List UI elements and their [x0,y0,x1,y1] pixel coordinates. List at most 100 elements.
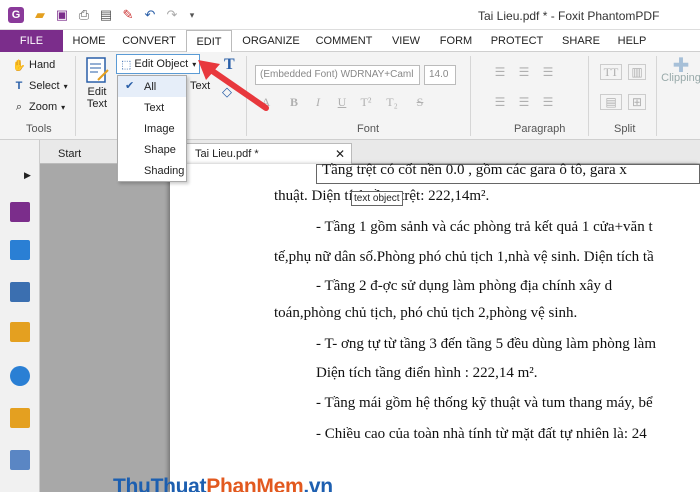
tab-form[interactable]: FORM [434,30,478,52]
edit-object-button[interactable]: ⬚ Edit Object ▾ [116,54,200,74]
customize-toolbar-icon[interactable]: ▾ [184,7,200,23]
doc-line-4: tế,phụ nữ dân số.Phòng phó chủ tịch 1,nh… [274,249,654,265]
clipping-button[interactable]: ✚ Clipping [661,55,700,84]
doc-line-3: - Tầng 1 gồm sảnh và các phòng trả kết q… [316,219,653,235]
watermark-logo: ThuThuatPhanMem.vn [113,475,333,492]
security-lock-icon[interactable] [10,408,30,428]
chevron-down-icon: ▾ [61,102,66,112]
underline-icon[interactable]: U [334,94,350,110]
italic-icon[interactable]: I [310,94,326,110]
app-logo-icon: G [8,7,24,23]
select-label: Select [29,80,60,92]
open-folder-icon[interactable]: ▰ [32,7,48,23]
tab-view[interactable]: VIEW [384,30,428,52]
tab-edit[interactable]: EDIT [186,30,232,53]
strikethrough-icon[interactable]: S [412,94,428,110]
edit-text-button[interactable]: Edit Text [82,56,112,110]
redo-icon[interactable]: ↷ [164,7,180,23]
edit-text-label-1: Edit [87,86,107,98]
hand-label: Hand [29,59,56,71]
bookmark-icon[interactable] [10,202,30,222]
zoom-tool-button[interactable]: ⌕ Zoom ▾ [12,100,65,114]
merge-icon[interactable]: ▤ [600,94,622,110]
split-text-icon[interactable]: TT [600,64,622,80]
tab-protect[interactable]: PROTECT [486,30,548,52]
menu-item-all[interactable]: ✔ All [118,76,186,97]
tab-organize[interactable]: ORGANIZE [238,30,304,52]
menu-item-label: Shape [144,143,176,156]
doc-line-5: - Tầng 2 đ-ợc sử dụng làm phòng địa chín… [316,278,613,294]
tab-document-label: Tai Lieu.pdf * [195,148,259,160]
align-left-icon[interactable]: ☰ [492,64,508,80]
justify-icon[interactable]: ☰ [492,94,508,110]
ribbon-tabs: FILE HOME CONVERT EDIT ORGANIZE COMMENT … [0,30,700,53]
font-size-select[interactable]: 14.0 [424,65,456,85]
edit-text-icon [86,57,109,83]
clipping-icon: ✚ [672,55,690,77]
zoom-label: Zoom [29,101,58,113]
divider [588,56,589,136]
new-icon[interactable]: ✎ [120,7,136,23]
edit-object-menu: ✔ All Text Image Shape Shading [117,75,187,182]
menu-item-label: Shading [144,164,185,177]
divider [656,56,657,136]
menu-item-label: All [144,80,157,93]
divider [75,56,76,136]
tooltip: text object [351,191,403,206]
signature-icon[interactable] [10,450,30,470]
tab-file[interactable]: FILE [0,30,63,52]
annotation-arrow [198,60,269,111]
layers-icon[interactable] [10,282,30,302]
watermark-part-1: ThuThuat [113,475,207,492]
clipping-label: Clipping [661,72,700,84]
comments-icon[interactable] [10,322,30,342]
font-group-label: Font [357,123,380,135]
superscript-icon[interactable]: T² [358,94,374,110]
divider [470,56,471,136]
bold-icon[interactable]: B [286,94,302,110]
paragraph-group-label: Paragraph [514,123,566,135]
menu-item-text[interactable]: Text [118,97,186,118]
font-family-select[interactable]: (Embedded Font) WDRNAY+Caml [255,65,420,85]
menu-item-shape[interactable]: Shape [118,139,186,160]
tab-convert[interactable]: CONVERT [118,30,180,52]
ribbon: ✋ Hand T Select ▾ ⌕ Zoom ▾ Tools Edit Te… [0,52,700,140]
watermark-part-2: PhanMem [206,475,304,492]
tab-start-label: Start [58,147,82,160]
pages-icon[interactable] [10,240,30,260]
doc-line-7: - T- ơng tự từ tầng 3 đến tầng 5 đều dùn… [316,336,656,352]
tab-comment[interactable]: COMMENT [312,30,376,52]
tools-group-label: Tools [26,123,52,135]
doc-line-6: toán,phòng chủ tịch, phó chủ tịch 2,phòn… [274,305,578,321]
menu-item-image[interactable]: Image [118,118,186,139]
link-icon[interactable]: ⊞ [628,94,646,110]
print-icon[interactable]: ⎙ [76,7,92,23]
split-column-icon[interactable]: ▥ [628,64,646,80]
doc-line-1: Tầng trệt có cốt nền 0.0 , gồm các gara … [322,162,627,178]
select-tool-button[interactable]: T Select ▾ [12,79,68,93]
tab-home[interactable]: HOME [68,30,110,52]
chevron-down-icon: ▾ [63,81,68,91]
menu-item-shading[interactable]: Shading [118,160,186,181]
menu-item-label: Image [144,122,175,135]
expand-panel-icon[interactable]: ▶ [24,170,31,181]
window-title: Tai Lieu.pdf * - Foxit PhantomPDF [478,9,660,23]
doc-line-9: - Tầng mái gồm hệ thống kỹ thuật và tum … [316,395,653,411]
tab-share[interactable]: SHARE [556,30,606,52]
align-center-icon[interactable]: ☰ [516,64,532,80]
menu-item-label: Text [144,101,165,114]
edit-object-label: Edit Object [134,58,189,70]
document-icon[interactable]: ▤ [98,7,114,23]
tab-document[interactable]: Tai Lieu.pdf * ✕ [186,143,352,164]
title-bar: G ▰ ▣ ⎙ ▤ ✎ ↶ ↷ ▾ Tai Lieu.pdf * - Foxit… [0,0,700,30]
line-spacing-icon[interactable]: ☰ [516,94,532,110]
hand-tool-button[interactable]: ✋ Hand [12,58,55,72]
attachments-icon[interactable] [10,366,30,386]
subscript-icon[interactable]: T₂ [384,94,400,110]
align-right-icon[interactable]: ☰ [540,64,556,80]
indent-icon[interactable]: ☰ [540,94,556,110]
undo-icon[interactable]: ↶ [142,7,158,23]
close-icon[interactable]: ✕ [335,147,345,161]
tab-help[interactable]: HELP [612,30,652,52]
save-icon[interactable]: ▣ [54,7,70,23]
